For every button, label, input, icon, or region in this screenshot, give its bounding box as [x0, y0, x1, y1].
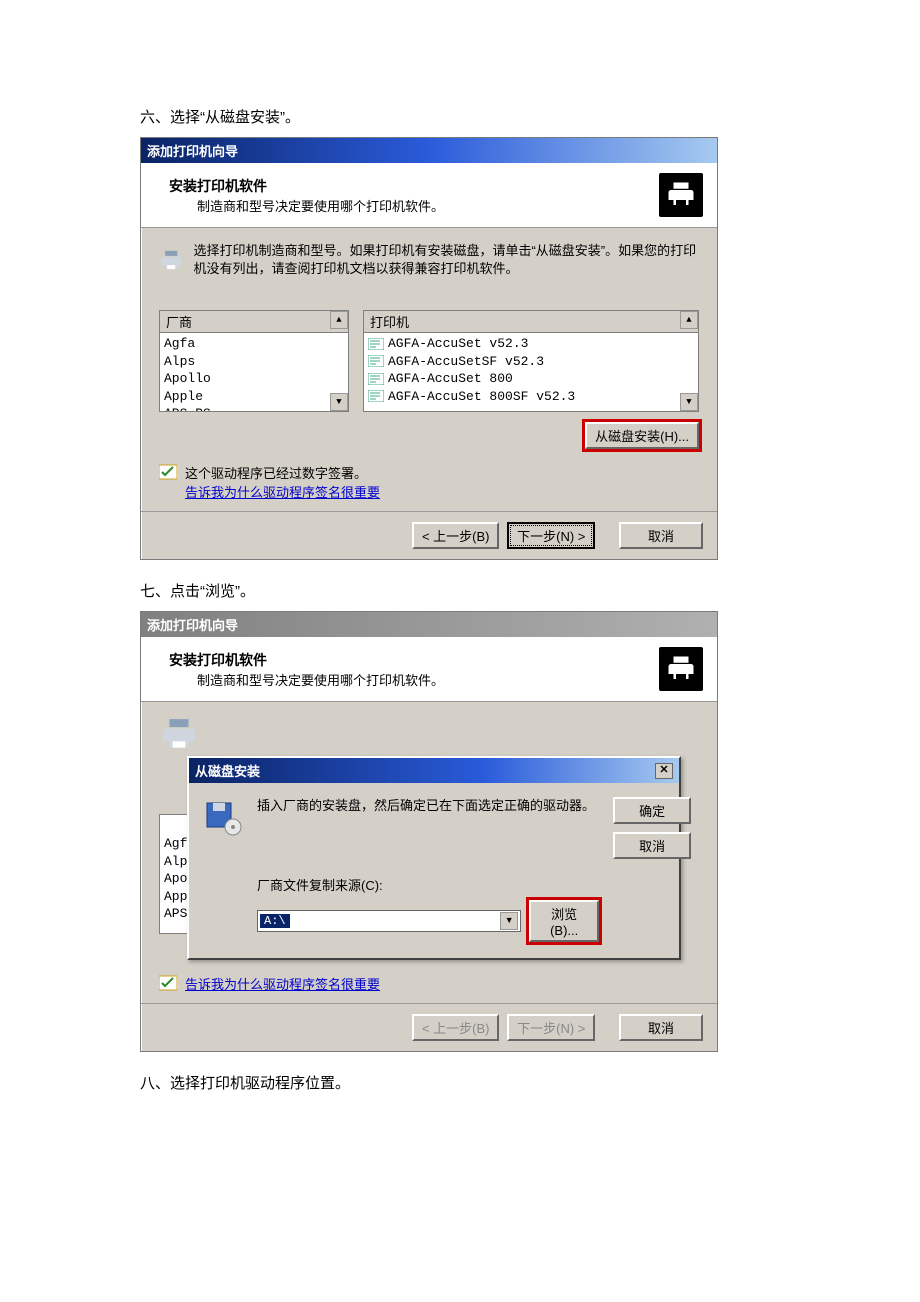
why-signing-link[interactable]: 告诉我为什么驱动程序签名很重要	[185, 482, 380, 501]
printer-header: 打印机	[364, 311, 698, 333]
manufacturer-header: 厂商	[160, 311, 348, 333]
why-signing-link[interactable]: 告诉我为什么驱动程序签名很重要	[185, 974, 380, 993]
have-disk-button[interactable]: 从磁盘安装(H)...	[585, 422, 699, 449]
printer-item[interactable]: AGFA-AccuSet 800	[368, 370, 694, 388]
scroll-up-icon[interactable]: ▲	[680, 311, 698, 329]
ok-button[interactable]: 确定	[613, 797, 691, 824]
printer-list[interactable]: 打印机 ▲ AGFA-AccuSet v52.3 AGFA-AccuSetSF …	[363, 310, 699, 412]
mfr-item[interactable]: Apollo	[164, 370, 344, 388]
next-button: 下一步(N) >	[507, 1014, 595, 1041]
browse-button[interactable]: 浏览(B)...	[529, 900, 599, 942]
disk-icon	[203, 797, 243, 837]
wizard-description: 选择打印机制造商和型号。如果打印机有安装磁盘，请单击“从磁盘安装”。如果您的打印…	[193, 242, 699, 278]
mfr-item[interactable]: Alps	[164, 353, 344, 371]
install-from-disk-dialog: 从磁盘安装 ✕ 插入厂商的安装盘，然后确定已在下面选定正确的驱动器。 厂商文件复…	[187, 756, 681, 960]
step-8-text: 八、选择打印机驱动程序位置。	[140, 1072, 780, 1093]
wizard-header: 安装打印机软件 制造商和型号决定要使用哪个打印机软件。	[141, 163, 717, 228]
signed-text: 这个驱动程序已经过数字签署。	[185, 463, 380, 482]
back-button: < 上一步(B)	[412, 1014, 500, 1041]
chevron-down-icon[interactable]: ▼	[500, 912, 518, 930]
printer-item[interactable]: AGFA-AccuSet v52.3	[368, 335, 694, 353]
dialog-title: 从磁盘安装	[195, 761, 260, 780]
cancel-button[interactable]: 取消	[619, 522, 703, 549]
wizard-header-sub: 制造商和型号决定要使用哪个打印机软件。	[197, 196, 659, 215]
path-combobox[interactable]: A:\ ▼	[257, 910, 521, 932]
printer-item[interactable]: AGFA-AccuSetSF v52.3	[368, 353, 694, 371]
scroll-down-icon[interactable]: ▼	[330, 393, 348, 411]
dialog-message: 插入厂商的安装盘，然后确定已在下面选定正确的驱动器。	[257, 797, 599, 815]
wizard-header: 安装打印机软件 制造商和型号决定要使用哪个打印机软件。	[141, 637, 717, 702]
copy-from-label: 厂商文件复制来源(C):	[257, 875, 599, 894]
wizard-titlebar: 添加打印机向导	[141, 612, 717, 637]
cancel-button[interactable]: 取消	[619, 1014, 703, 1041]
scroll-up-icon[interactable]: ▲	[330, 311, 348, 329]
wizard-1: 添加打印机向导 安装打印机软件 制造商和型号决定要使用哪个打印机软件。 选择打印…	[140, 137, 718, 560]
printer-item[interactable]: AGFA-AccuSet 800SF v52.3	[368, 388, 694, 406]
wizard-2: 添加打印机向导 安装打印机软件 制造商和型号决定要使用哪个打印机软件。 AgfA…	[140, 611, 718, 1052]
mfr-item[interactable]: Agfa	[164, 335, 344, 353]
manufacturer-list[interactable]: 厂商 ▲ Agfa Alps Apollo Apple APS-PS ▼	[159, 310, 349, 412]
mfr-item[interactable]: APS-PS	[164, 405, 344, 412]
cancel-button[interactable]: 取消	[613, 832, 691, 859]
wizard-header-title: 安装打印机软件	[169, 176, 659, 196]
step-7-text: 七、点击“浏览”。	[140, 580, 780, 601]
step-6-text: 六、选择“从磁盘安装”。	[140, 106, 780, 127]
signed-icon	[159, 974, 177, 992]
printer-small-icon	[159, 716, 199, 754]
close-icon[interactable]: ✕	[655, 763, 673, 779]
next-button[interactable]: 下一步(N) >	[507, 522, 595, 549]
mfr-item[interactable]: Apple	[164, 388, 344, 406]
scroll-down-icon[interactable]: ▼	[680, 393, 698, 411]
back-button[interactable]: < 上一步(B)	[412, 522, 500, 549]
printer-icon	[659, 647, 703, 691]
wizard-header-title: 安装打印机软件	[169, 650, 659, 670]
printer-icon	[659, 173, 703, 217]
wizard-header-sub: 制造商和型号决定要使用哪个打印机软件。	[197, 670, 659, 689]
printer-small-icon	[159, 242, 183, 280]
signed-icon	[159, 463, 177, 481]
path-value: A:\	[260, 914, 290, 928]
wizard-titlebar: 添加打印机向导	[141, 138, 717, 163]
